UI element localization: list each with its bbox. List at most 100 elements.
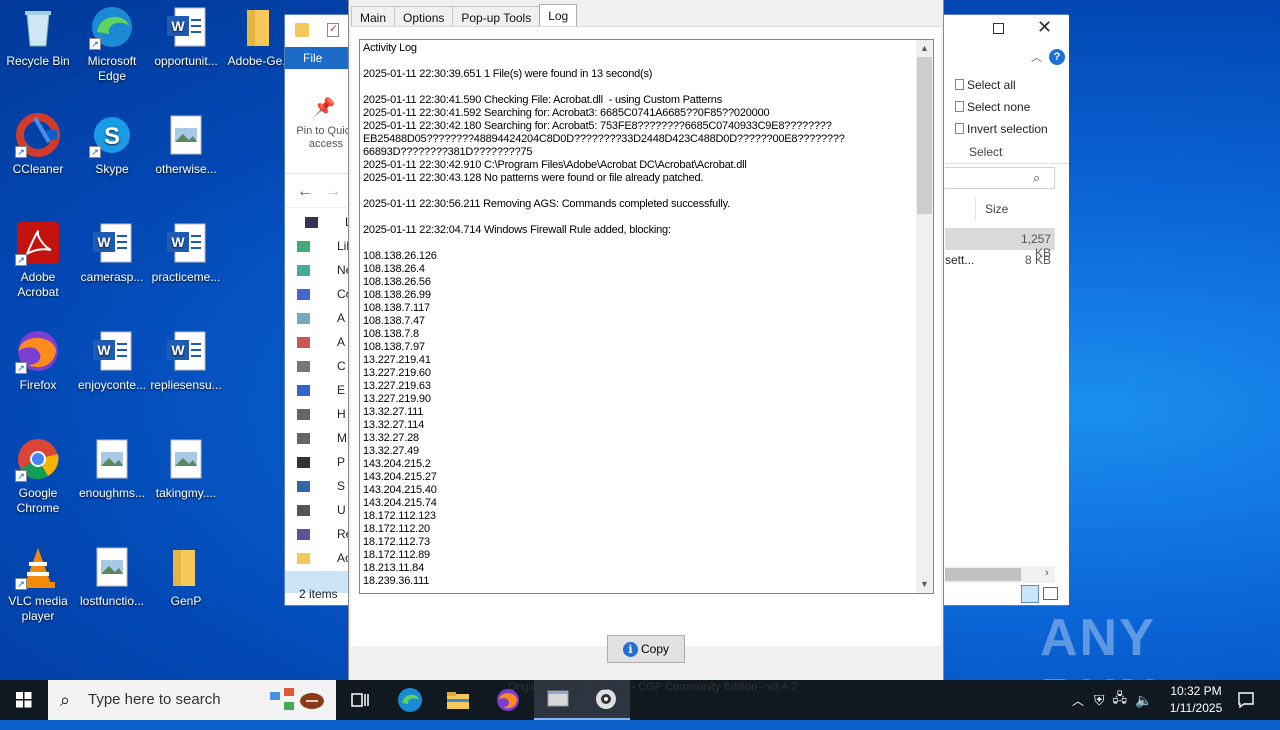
log-vertical-scrollbar[interactable]: ▲ ▼ <box>916 40 933 593</box>
start-button[interactable] <box>0 680 48 720</box>
nav-pane-item[interactable]: C <box>297 359 346 373</box>
forward-arrow-icon[interactable]: → <box>325 183 341 201</box>
desktop-icon[interactable]: GenP <box>148 544 224 609</box>
select-all-button[interactable]: Select all <box>955 78 1016 92</box>
defender-icon[interactable]: ⛨ <box>1094 692 1105 709</box>
nav-pane-divider <box>285 207 351 208</box>
search-icon[interactable]: ⌕ <box>1033 170 1040 186</box>
activity-log-textbox[interactable]: Activity Log 2025-01-11 22:30:39.651 1 F… <box>359 39 934 594</box>
nav-pane-item[interactable]: A <box>297 311 345 325</box>
desktop-icon[interactable]: enoughms... <box>74 436 150 501</box>
desktop-icon[interactable]: otherwise... <box>148 112 224 177</box>
nav-pane-item[interactable]: M <box>297 431 347 445</box>
desktop-icon-label: enoughms... <box>78 486 146 500</box>
nav-item-icon <box>297 433 310 444</box>
taskbar-search-box[interactable]: ⌕ Type here to search <box>48 680 336 720</box>
desktop-icon[interactable]: Recycle Bin <box>0 4 76 69</box>
file-tab[interactable]: File <box>285 47 349 69</box>
desktop-icon-label: otherwise... <box>155 162 217 176</box>
desktop-icon[interactable]: ↗ CCleaner <box>0 112 76 177</box>
close-button[interactable]: ✕ <box>1037 17 1052 38</box>
vlc-icon: ↗ <box>15 544 61 590</box>
nav-pane-item[interactable]: U <box>297 503 346 517</box>
tab-log[interactable]: Log <box>539 4 578 27</box>
desktop-icon[interactable]: ↗ Microsoft Edge <box>74 4 150 84</box>
notifications-button[interactable] <box>1236 690 1256 710</box>
clock[interactable]: 10:32 PM 1/11/2025 <box>1160 683 1232 717</box>
status-bar: 2 items <box>299 587 338 601</box>
nav-pane-item[interactable]: A <box>297 335 345 349</box>
details-view-icon[interactable] <box>1021 585 1039 603</box>
desktop-icon[interactable]: Wenjoyconte... <box>74 328 150 393</box>
tab-pop-up-tools[interactable]: Pop-up Tools <box>452 6 541 27</box>
nav-item-icon <box>297 361 310 372</box>
desktop-icon[interactable]: ↗ Firefox <box>0 328 76 393</box>
show-hidden-icons-icon[interactable]: ︿ <box>1072 692 1084 709</box>
folder-icon <box>163 544 209 590</box>
tab-main[interactable]: Main <box>351 6 396 27</box>
desktop-icon[interactable]: ↗ Google Chrome <box>0 436 76 516</box>
nav-pane-item[interactable]: S <box>297 479 345 493</box>
nav-item-label: E <box>337 383 346 397</box>
desktop-icon[interactable]: Wrepliesensu... <box>148 328 224 393</box>
scroll-down-arrow-icon[interactable]: ▼ <box>916 576 933 593</box>
large-icons-view-icon[interactable] <box>1043 587 1058 600</box>
invert-selection-label: Invert selection <box>967 122 1048 136</box>
desktop-icon[interactable]: Wcamerasp... <box>74 220 150 285</box>
notification-icon <box>1238 692 1254 709</box>
taskbar-file-explorer[interactable] <box>434 680 482 720</box>
collapse-ribbon-icon[interactable]: ︿ <box>1031 49 1042 65</box>
invert-selection-icon <box>955 123 964 134</box>
nav-item-label: H <box>337 407 346 421</box>
desktop-icon[interactable]: ↗ Adobe Acrobat <box>0 220 76 300</box>
nav-item-icon <box>297 529 310 540</box>
desktop-icon[interactable]: ↗ VLC media player <box>0 544 76 624</box>
shortcut-arrow-icon: ↗ <box>89 38 101 50</box>
firefox-icon: ↗ <box>15 328 61 374</box>
file-name-cell[interactable]: sett... <box>945 253 974 267</box>
shortcut-arrow-icon: ↗ <box>15 146 27 158</box>
svg-text:W: W <box>171 18 185 34</box>
nav-pane-item[interactable]: P <box>297 455 345 469</box>
pin-icon: 📌 <box>313 97 336 117</box>
svg-text:W: W <box>171 342 185 358</box>
pin-to-quick-access-button[interactable]: Pin to Quick access <box>291 125 351 151</box>
volume-icon[interactable]: 🔈 <box>1135 692 1152 709</box>
copy-button[interactable]: i Copy <box>607 635 685 663</box>
desktop-icon[interactable]: lostfunctio... <box>74 544 150 609</box>
desktop-icon-label: Microsoft Edge <box>87 54 137 83</box>
folder-icon <box>447 692 469 709</box>
help-icon[interactable]: ? <box>1049 49 1065 65</box>
desktop-icon[interactable]: Wopportunit... <box>148 4 224 69</box>
select-none-button[interactable]: Select none <box>955 100 1030 114</box>
nav-item-icon <box>297 505 310 516</box>
nav-pane-item[interactable]: Ac <box>297 551 351 565</box>
invert-selection-button[interactable]: Invert selection <box>955 122 1048 136</box>
properties-icon[interactable]: ✓ <box>327 23 339 37</box>
nav-pane-item[interactable]: H <box>297 407 346 421</box>
network-icon[interactable]: 🖧 <box>1113 689 1128 711</box>
desktop-icon[interactable]: S ↗ Skype <box>74 112 150 177</box>
scroll-up-arrow-icon[interactable]: ▲ <box>916 40 933 57</box>
task-view-button[interactable] <box>336 680 384 720</box>
info-icon: i <box>622 641 638 657</box>
horizontal-scrollbar[interactable]: › <box>945 566 1055 583</box>
nav-pane-item[interactable]: E <box>297 383 346 397</box>
scroll-right-arrow-icon[interactable]: › <box>1045 567 1049 579</box>
nav-item-icon <box>297 409 310 420</box>
maximize-button[interactable] <box>993 23 1004 34</box>
recycle-bin-icon <box>15 4 61 50</box>
scroll-thumb[interactable] <box>945 568 1021 581</box>
nav-item-icon <box>297 265 310 276</box>
tab-options[interactable]: Options <box>394 6 454 27</box>
desktop-icon[interactable]: takingmy.... <box>148 436 224 501</box>
scroll-thumb[interactable] <box>917 57 932 214</box>
size-column-header[interactable]: Size <box>985 202 1008 216</box>
desktop-icon-label: lostfunctio... <box>79 594 145 608</box>
back-arrow-icon[interactable]: ← <box>297 183 313 201</box>
desktop-icon[interactable]: Wpracticeme... <box>148 220 224 285</box>
desktop-icon-label: repliesensu... <box>150 378 222 392</box>
nav-item-icon <box>297 385 310 396</box>
taskbar-edge[interactable] <box>386 680 434 720</box>
svg-text:W: W <box>97 234 111 250</box>
